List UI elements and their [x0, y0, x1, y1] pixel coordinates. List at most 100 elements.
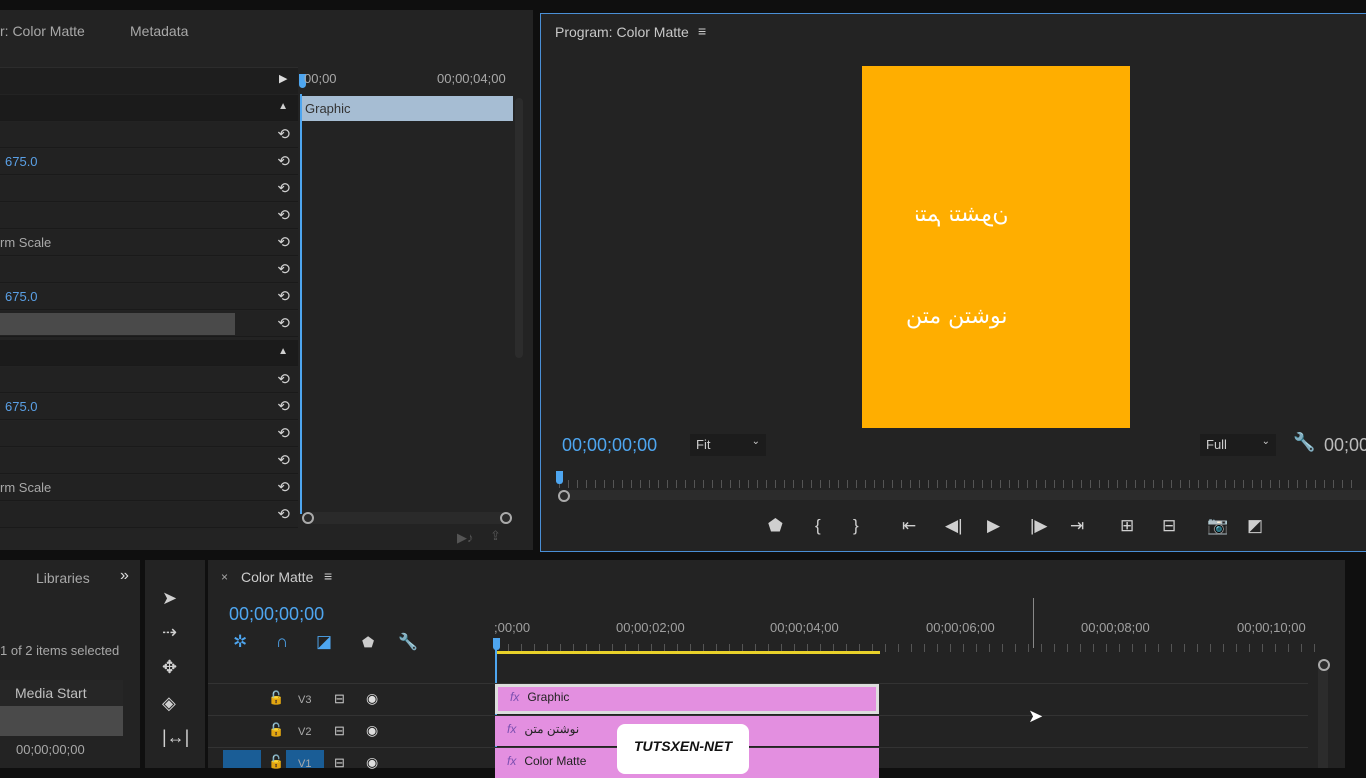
- eye-icon[interactable]: ◉: [366, 754, 378, 771]
- zoom-scrollbar[interactable]: [302, 512, 512, 524]
- track-name[interactable]: V3: [298, 694, 311, 706]
- track-name[interactable]: V1: [298, 758, 311, 770]
- slip-tool-icon[interactable]: |↔|: [162, 727, 189, 748]
- reset-icon[interactable]: ⟲: [277, 260, 290, 278]
- effect-property-row[interactable]: ⟲: [0, 502, 298, 528]
- work-area-bar[interactable]: [495, 651, 880, 654]
- ec-scrollbar[interactable]: [515, 98, 523, 358]
- go-to-out-icon[interactable]: ⇥: [1070, 516, 1084, 536]
- track-select-tool-icon[interactable]: ⇢: [162, 622, 177, 643]
- tab-effect-controls[interactable]: r: Color Matte: [0, 23, 85, 39]
- reset-icon[interactable]: ⟲: [277, 233, 290, 251]
- track-lock-icon[interactable]: 🔓: [268, 690, 284, 706]
- add-marker-icon[interactable]: ⬟: [768, 516, 783, 536]
- zoom-handle-right[interactable]: [500, 512, 512, 524]
- reset-icon[interactable]: ⟲: [277, 397, 290, 415]
- monitor-playhead[interactable]: [556, 471, 563, 484]
- reset-icon[interactable]: ⟲: [277, 505, 290, 523]
- reset-icon[interactable]: ⟲: [277, 179, 290, 197]
- v1-source-patch[interactable]: [223, 750, 261, 768]
- sync-lock-icon[interactable]: ⊟: [334, 723, 345, 739]
- timeline-playhead[interactable]: [493, 638, 500, 650]
- nest-icon[interactable]: ✲: [233, 632, 247, 652]
- panel-menu-icon[interactable]: ≡: [324, 568, 332, 584]
- effect-section-header[interactable]: ▲: [0, 340, 298, 366]
- effect-property-row[interactable]: 675.0 ⟲: [0, 149, 298, 175]
- reset-icon[interactable]: ⟲: [277, 125, 290, 143]
- effect-property-row[interactable]: ⟲: [0, 122, 298, 148]
- ripple-edit-tool-icon[interactable]: ✥: [162, 657, 177, 678]
- close-icon[interactable]: ×: [221, 570, 228, 584]
- step-forward-icon[interactable]: |▶: [1030, 516, 1048, 536]
- resolution-select[interactable]: Full ⌄: [1200, 434, 1276, 456]
- collapse-triangle-icon[interactable]: ▲: [278, 346, 288, 357]
- effect-property-row[interactable]: 675.0 ⟲: [0, 284, 298, 310]
- panel-menu-icon[interactable]: ≡: [698, 23, 706, 39]
- monitor-scrollbar[interactable]: [559, 490, 1366, 500]
- overflow-chevron-icon[interactable]: »: [120, 567, 129, 585]
- extract-icon[interactable]: ⊟: [1162, 516, 1176, 536]
- property-value[interactable]: 675.0: [5, 289, 38, 304]
- effect-property-row[interactable]: ⟲: [0, 421, 298, 447]
- razor-tool-icon[interactable]: ◈: [162, 693, 176, 714]
- eye-icon[interactable]: ◉: [366, 722, 378, 739]
- tab-libraries[interactable]: Libraries: [36, 570, 90, 586]
- play-triangle-icon[interactable]: ▶: [279, 72, 287, 85]
- comparison-view-icon[interactable]: ◩: [1247, 516, 1263, 536]
- timeline-clip[interactable]: fx Graphic: [495, 684, 879, 714]
- lift-icon[interactable]: ⊞: [1120, 516, 1134, 536]
- clip-bar-graphic[interactable]: Graphic: [301, 96, 513, 121]
- eye-icon[interactable]: ◉: [366, 690, 378, 707]
- effect-property-row[interactable]: ⟲: [0, 311, 298, 337]
- reset-icon[interactable]: ⟲: [277, 314, 290, 332]
- timeline-vscroll[interactable]: [1318, 660, 1328, 768]
- reset-icon[interactable]: ⟲: [277, 478, 290, 496]
- property-value[interactable]: 675.0: [5, 399, 38, 414]
- effect-property-row[interactable]: ⟲: [0, 448, 298, 474]
- sync-lock-icon[interactable]: ⊟: [334, 755, 345, 771]
- effect-property-row[interactable]: ⟲: [0, 203, 298, 229]
- mark-in-icon[interactable]: {: [815, 516, 821, 536]
- sync-lock-icon[interactable]: ⊟: [334, 691, 345, 707]
- add-marker-icon[interactable]: ⬟: [362, 634, 374, 651]
- audio-only-icon[interactable]: ▶♪: [457, 530, 474, 546]
- scroll-handle[interactable]: [558, 490, 570, 502]
- collapse-triangle-icon[interactable]: ▲: [278, 101, 288, 112]
- zoom-handle-left[interactable]: [302, 512, 314, 524]
- snap-magnet-icon[interactable]: ∩: [276, 632, 288, 652]
- tab-metadata[interactable]: Metadata: [130, 23, 188, 39]
- effect-property-row[interactable]: ⟲: [0, 176, 298, 202]
- reset-icon[interactable]: ⟲: [277, 424, 290, 442]
- mark-out-icon[interactable]: }: [853, 516, 859, 536]
- sequence-tab[interactable]: Color Matte: [241, 569, 313, 585]
- effect-property-row[interactable]: rm Scale ⟲: [0, 230, 298, 256]
- reset-icon[interactable]: ⟲: [277, 451, 290, 469]
- zoom-select[interactable]: Fit ⌄: [690, 434, 766, 456]
- effect-property-row[interactable]: ⟲: [0, 257, 298, 283]
- settings-wrench-icon[interactable]: 🔧: [1293, 432, 1315, 453]
- effect-property-row[interactable]: rm Scale ⟲: [0, 475, 298, 501]
- reset-icon[interactable]: ⟲: [277, 206, 290, 224]
- effect-property-row[interactable]: ⟲: [0, 367, 298, 393]
- slider-bar[interactable]: [0, 313, 235, 335]
- timeline-settings-wrench-icon[interactable]: 🔧: [398, 632, 418, 652]
- selected-row[interactable]: [0, 706, 123, 736]
- reset-icon[interactable]: ⟲: [277, 370, 290, 388]
- effect-section-header[interactable]: ▲: [0, 95, 298, 121]
- reset-icon[interactable]: ⟲: [277, 287, 290, 305]
- program-timecode[interactable]: 00;00;00;00: [562, 435, 657, 456]
- effect-property-row[interactable]: 675.0 ⟲: [0, 394, 298, 420]
- column-header[interactable]: Media Start: [0, 680, 123, 706]
- reset-icon[interactable]: ⟲: [277, 152, 290, 170]
- export-frame-camera-icon[interactable]: 📷: [1207, 516, 1228, 536]
- track-lock-icon[interactable]: 🔓: [268, 722, 284, 738]
- step-back-icon[interactable]: ◀|: [945, 516, 963, 536]
- selection-tool-icon[interactable]: ➤: [162, 588, 177, 609]
- linked-selection-icon[interactable]: ◪: [316, 632, 332, 652]
- property-value[interactable]: 675.0: [5, 154, 38, 169]
- export-icon[interactable]: ⇪: [490, 528, 501, 544]
- go-to-in-icon[interactable]: ⇤: [902, 516, 916, 536]
- vscroll-handle[interactable]: [1318, 659, 1330, 671]
- track-name[interactable]: V2: [298, 726, 311, 738]
- timeline-timecode[interactable]: 00;00;00;00: [229, 604, 324, 625]
